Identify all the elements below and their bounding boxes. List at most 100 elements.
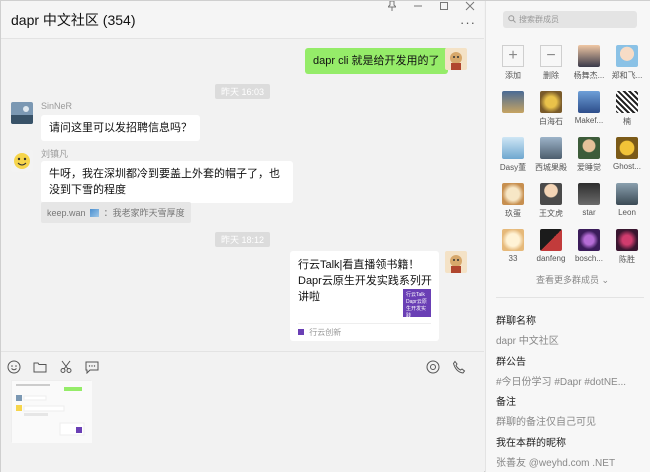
group-name-value: dapr 中文社区 — [496, 336, 559, 347]
message-list[interactable]: dapr cli 就是给开发用的了 昨天 16:03 SinNeR 请问这里可以… — [1, 40, 484, 350]
chat-bubble-icon[interactable] — [85, 360, 101, 376]
input-toolbar — [7, 360, 101, 376]
member-name: Leon — [618, 208, 636, 217]
avatar — [578, 91, 600, 113]
member-item[interactable]: Makef... — [572, 91, 606, 137]
member-item[interactable]: bosch... — [572, 229, 606, 275]
avatar[interactable] — [445, 48, 467, 70]
member-name: Ghost... — [612, 162, 641, 171]
message-bubble[interactable]: 牛呀，我在深圳都冷到要盖上外套的帽子了，也没到下雪的程度 — [41, 161, 293, 203]
add-member-button[interactable]: + 添加 — [496, 45, 530, 91]
remark-section[interactable]: 备注 群聊的备注仅自己可见 — [496, 393, 646, 428]
avatar[interactable] — [11, 150, 33, 172]
announcement-label: 群公告 — [496, 357, 526, 368]
avatar — [540, 91, 562, 113]
video-call-icon[interactable] — [452, 360, 468, 376]
avatar — [616, 183, 638, 205]
pin-icon[interactable] — [386, 0, 398, 14]
timestamp-chip: 昨天 18:12 — [215, 232, 271, 247]
message-bubble-outgoing[interactable]: dapr cli 就是给开发用的了 — [305, 48, 448, 74]
member-name: danfeng — [536, 254, 566, 263]
link-card-source: 行云创新 — [298, 323, 431, 338]
view-more-members-label: 查看更多群成员 — [536, 275, 600, 285]
member-name: 玖蛋 — [505, 209, 521, 218]
member-name: bosch... — [574, 254, 603, 263]
call-toolbar — [426, 360, 468, 376]
group-name-label: 群聊名称 — [496, 316, 536, 327]
avatar[interactable] — [445, 251, 467, 273]
chat-title: dapr 中文社区 (354) — [11, 12, 136, 28]
message-bubble[interactable]: 请问这里可以发招聘信息吗？ — [41, 115, 200, 141]
maximize-icon[interactable] — [438, 1, 450, 14]
minimize-icon[interactable] — [412, 1, 424, 14]
chat-header: dapr 中文社区 (354) ··· — [1, 0, 484, 39]
member-search-placeholder: 搜索群成员 — [519, 15, 559, 24]
folder-icon[interactable] — [33, 360, 49, 376]
member-name: star — [582, 208, 596, 217]
close-icon[interactable] — [464, 1, 476, 14]
app-logo-icon — [298, 329, 304, 335]
sender-name: SinNeR — [41, 101, 73, 111]
member-item[interactable]: 33 — [496, 229, 530, 275]
avatar — [578, 137, 600, 159]
remove-member-button[interactable]: − 删除 — [534, 45, 568, 91]
chat-pane: dapr 中文社区 (354) ··· dapr cli 就是给开发用的了 昨天… — [1, 0, 484, 472]
member-item[interactable]: 陈胜 — [610, 229, 644, 275]
emoji-icon[interactable] — [7, 360, 23, 376]
scissors-icon[interactable] — [59, 360, 75, 376]
view-more-members-link[interactable]: 查看更多群成员 ⌄ — [536, 273, 609, 286]
nickname-value: 张善友 @weyhd.com .NET — [496, 458, 616, 469]
quote-text: ：我老家昨天雪厚度 — [103, 208, 185, 218]
avatar — [540, 183, 562, 205]
avatar — [578, 229, 600, 251]
avatar — [578, 45, 600, 67]
member-item[interactable] — [496, 91, 530, 137]
member-item[interactable]: star — [572, 183, 606, 229]
avatar — [502, 229, 524, 251]
wechat-window: dapr 中文社区 (354) ··· dapr cli 就是给开发用的了 昨天… — [0, 0, 650, 472]
pasted-screenshot-preview[interactable] — [11, 380, 92, 443]
member-name: 33 — [508, 254, 518, 263]
member-name: 杨舞杰... — [573, 71, 605, 80]
voice-call-icon[interactable] — [426, 360, 442, 376]
member-item[interactable]: 郑和飞... — [610, 45, 644, 91]
nickname-section[interactable]: 我在本群的昵称 张善友 @weyhd.com .NET — [496, 434, 646, 469]
avatar — [616, 45, 638, 67]
member-item[interactable]: 玖蛋 — [496, 183, 530, 229]
message-input-area[interactable] — [1, 351, 484, 472]
member-item[interactable]: 爱睡觉 — [572, 137, 606, 183]
avatar — [502, 91, 524, 113]
member-name: 郑和飞... — [611, 71, 643, 80]
group-name-section[interactable]: 群聊名称 dapr 中文社区 — [496, 312, 646, 347]
link-card[interactable]: 行云Talk|看直播领书籍！Dapr云原生开发实践系列开讲啦 行云Talk Da… — [290, 251, 439, 341]
member-item[interactable]: 西城果殿 — [534, 137, 568, 183]
minus-icon: − — [540, 45, 562, 67]
quoted-message[interactable]: keep.wan ：我老家昨天雪厚度 — [41, 202, 191, 223]
avatar — [502, 137, 524, 159]
member-item[interactable]: danfeng — [534, 229, 568, 275]
sender-name: 刘镇凡 — [41, 149, 69, 159]
announcement-section[interactable]: 群公告 #今日份学习 #Dapr #dotNE... — [496, 353, 646, 388]
member-item[interactable]: Dasy董 — [496, 137, 530, 183]
timestamp-chip: 昨天 16:03 — [215, 84, 271, 99]
member-item[interactable]: Leon — [610, 183, 644, 229]
chevron-down-icon: ⌄ — [601, 275, 610, 285]
member-search-input[interactable]: 搜索群成员 — [503, 11, 637, 28]
avatar — [616, 229, 638, 251]
avatar — [540, 229, 562, 251]
link-card-thumbnail: 行云Talk Dapr云原生开发实践 — [403, 289, 431, 319]
group-info-panel: 搜索群成员 + 添加 − 删除 杨舞杰... 郑和飞... 白海石 Makef.… — [485, 1, 650, 472]
member-item[interactable]: 楠 — [610, 91, 644, 137]
link-card-source-label: 行云创新 — [309, 328, 342, 337]
more-dots-icon[interactable]: ··· — [460, 15, 476, 30]
member-item[interactable]: 白海石 — [534, 91, 568, 137]
avatar — [616, 137, 638, 159]
member-item[interactable]: Ghost... — [610, 137, 644, 183]
member-item[interactable]: 杨舞杰... — [572, 45, 606, 91]
image-thumb-icon — [90, 209, 100, 217]
member-name: 陈胜 — [619, 255, 635, 264]
member-item[interactable]: 王文虎 — [534, 183, 568, 229]
remove-member-label: 删除 — [543, 71, 559, 80]
member-name: Makef... — [574, 116, 604, 125]
avatar[interactable] — [11, 102, 33, 124]
